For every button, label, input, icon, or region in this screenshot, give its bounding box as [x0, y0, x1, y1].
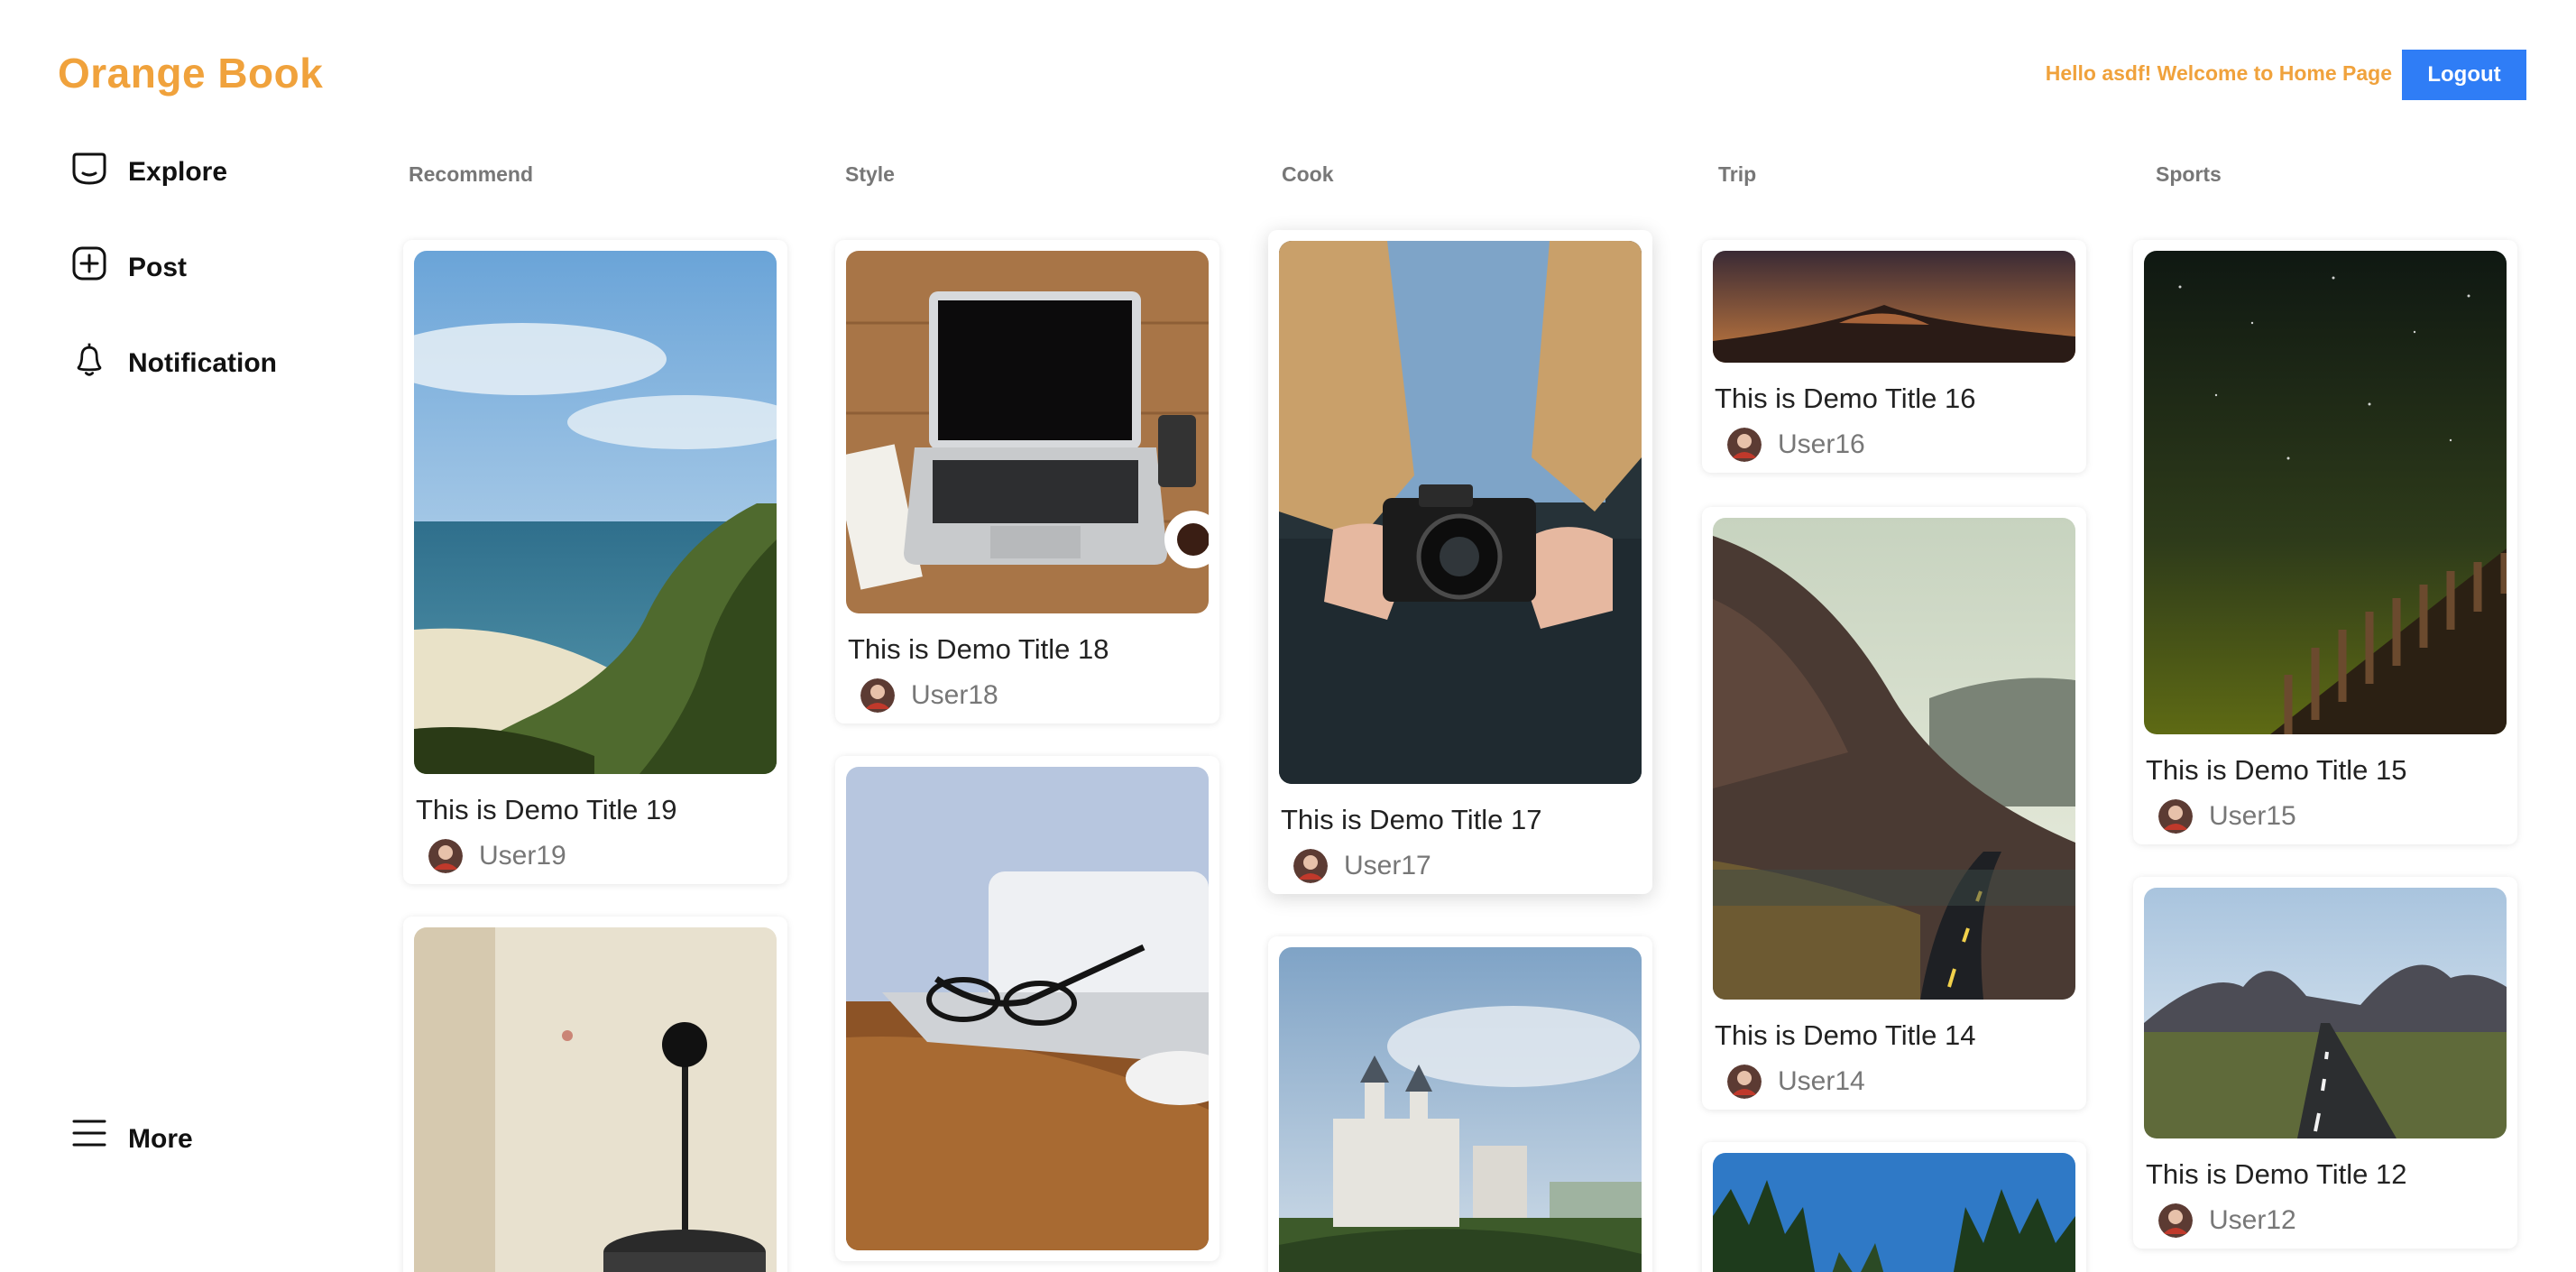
avatar — [2158, 1203, 2193, 1238]
post-author[interactable]: User12 — [2158, 1203, 2507, 1238]
post-author-name: User18 — [911, 680, 998, 710]
post-author-name: User14 — [1778, 1066, 1865, 1096]
category-tab-cook[interactable]: Cook — [1282, 162, 1334, 187]
post-title: This is Demo Title 14 — [1715, 1019, 1976, 1051]
post-image — [846, 767, 1209, 1250]
post-card[interactable]: This is Demo Title 14 User14 — [1702, 507, 2086, 1110]
app-root: Orange Book Explore Post Notification Mo… — [0, 0, 2576, 1272]
category-tab-sports[interactable]: Sports — [2156, 162, 2222, 187]
category-tab-trip[interactable]: Trip — [1718, 162, 1756, 187]
nav-explore[interactable]: Explore — [70, 148, 227, 188]
post-author[interactable]: User14 — [1727, 1065, 2075, 1099]
category-tab-style[interactable]: Style — [845, 162, 895, 187]
app-logo[interactable]: Orange Book — [58, 49, 323, 97]
post-author-name: User17 — [1344, 851, 1431, 880]
post-author[interactable]: User17 — [1293, 849, 1642, 883]
post-card[interactable]: This is Demo Title 12 User12 — [2133, 877, 2517, 1249]
avatar — [1727, 428, 1762, 462]
post-title: This is Demo Title 17 — [1281, 804, 1542, 835]
post-title: This is Demo Title 15 — [2146, 754, 2407, 786]
post-image — [1713, 251, 2075, 363]
post-title: This is Demo Title 19 — [416, 794, 677, 825]
avatar — [1293, 849, 1328, 883]
nav-post-label: Post — [128, 253, 188, 282]
avatar — [2158, 799, 2193, 834]
post-image — [1279, 947, 1642, 1272]
post-card[interactable] — [835, 756, 1219, 1261]
post-card[interactable]: This is Demo Title 19 User19 — [403, 240, 787, 884]
nav-explore-label: Explore — [128, 157, 228, 187]
category-tab-recommend[interactable]: Recommend — [409, 162, 533, 187]
post-title: This is Demo Title 12 — [2146, 1158, 2407, 1190]
nav-more-label: More — [128, 1124, 193, 1154]
welcome-message: Hello asdf! Welcome to Home Page — [2045, 61, 2392, 85]
post-image — [2144, 251, 2507, 734]
post-author-name: User19 — [479, 841, 566, 871]
post-image — [414, 251, 777, 774]
post-author-name: User16 — [1778, 429, 1865, 459]
post-card[interactable]: This is Demo Title 16 User16 — [1702, 240, 2086, 473]
post-author-name: User12 — [2209, 1205, 2296, 1235]
post-image — [414, 927, 777, 1272]
post-author-name: User15 — [2209, 801, 2296, 831]
nav-more[interactable]: More — [70, 1111, 193, 1155]
post-image — [846, 251, 1209, 613]
post-card[interactable] — [1268, 936, 1652, 1272]
post-author[interactable]: User18 — [860, 678, 1209, 713]
avatar — [1727, 1065, 1762, 1099]
bell-icon — [77, 343, 102, 376]
post-author[interactable]: User16 — [1727, 428, 2075, 462]
nav-notification[interactable]: Notification — [70, 339, 277, 379]
post-card[interactable]: This is Demo Title 15 User15 — [2133, 240, 2517, 844]
post-image — [1713, 518, 2075, 1000]
post-card[interactable] — [403, 917, 787, 1272]
menu-icon — [72, 1120, 106, 1147]
post-card[interactable]: This is Demo Title 17 User17 — [1268, 230, 1652, 894]
post-author[interactable]: User19 — [428, 839, 777, 873]
explore-icon — [72, 152, 106, 185]
post-card[interactable] — [1702, 1142, 2086, 1272]
avatar — [860, 678, 895, 713]
post-title: This is Demo Title 16 — [1715, 383, 1976, 414]
logout-button[interactable]: Logout — [2402, 50, 2526, 100]
nav-post[interactable]: Post — [70, 244, 187, 283]
plus-square-icon — [72, 246, 106, 281]
post-card[interactable]: This is Demo Title 18 User18 — [835, 240, 1219, 724]
post-author[interactable]: User15 — [2158, 799, 2507, 834]
post-image — [1279, 241, 1642, 784]
nav-notification-label: Notification — [128, 348, 277, 378]
post-image — [1713, 1153, 2075, 1272]
post-title: This is Demo Title 18 — [848, 633, 1109, 665]
avatar — [428, 839, 463, 873]
post-image — [2144, 888, 2507, 1138]
